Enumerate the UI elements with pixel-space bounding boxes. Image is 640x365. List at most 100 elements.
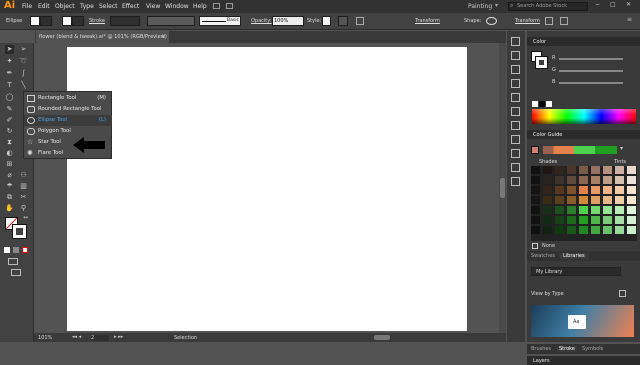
align-icon[interactable] — [545, 17, 553, 25]
status-text[interactable]: Selection — [174, 335, 197, 341]
bridge-icon[interactable] — [213, 3, 220, 9]
color-mode-icon[interactable] — [4, 247, 10, 253]
ellipse-tool-icon[interactable]: ◯ — [5, 93, 14, 102]
white-swatch[interactable] — [546, 101, 552, 107]
magic-wand-icon[interactable]: ✦ — [5, 57, 14, 66]
curvature-icon[interactable]: ∫ — [19, 69, 28, 78]
none-swatch[interactable] — [532, 101, 538, 107]
opacity-label[interactable]: Opacity: — [251, 18, 272, 24]
stroke-swatch[interactable] — [62, 16, 72, 26]
isolate-icon[interactable] — [560, 17, 568, 25]
minimize-icon[interactable]: − — [595, 1, 600, 8]
zoom-level[interactable]: 101% — [38, 335, 52, 341]
view-by-label[interactable]: View by Type — [531, 291, 564, 297]
color-slider-b[interactable] — [559, 82, 623, 84]
flyout-item-ellipse[interactable]: Ellipse Tool (L) — [24, 115, 112, 126]
color-panel-header[interactable]: Color — [527, 37, 640, 46]
fill-dropdown[interactable] — [40, 16, 52, 26]
width-tool-icon[interactable]: ⧗ — [5, 138, 14, 147]
base-color-swatch[interactable] — [531, 146, 539, 154]
column-graph-icon[interactable]: ▥ — [19, 182, 28, 191]
perspective-grid-icon[interactable]: ⊞ — [5, 160, 14, 169]
pen-tool-icon[interactable]: ✒ — [5, 69, 14, 78]
align-to-icon[interactable] — [356, 17, 364, 25]
shape-builder-icon[interactable]: ◐ — [5, 149, 14, 158]
brushes-icon[interactable] — [511, 79, 520, 88]
align-panel-icon[interactable] — [511, 163, 520, 172]
artboard-number[interactable]: 2 — [91, 335, 109, 341]
lasso-icon[interactable]: ➰ — [19, 57, 28, 66]
drawing-mode-icon[interactable] — [8, 258, 18, 265]
color-spectrum[interactable] — [532, 109, 636, 124]
selection-tool-icon[interactable]: ➤ — [5, 45, 14, 54]
close-tab-icon[interactable]: × — [161, 33, 166, 40]
eyedropper-icon[interactable]: ⌀ — [5, 171, 14, 180]
rotate-icon[interactable]: ↻ — [5, 127, 14, 136]
color-slider-r[interactable] — [559, 58, 623, 60]
transform-label[interactable]: Transform — [415, 18, 440, 24]
library-thumbnail[interactable]: Aa — [531, 305, 634, 337]
layers-header[interactable]: Layers — [527, 356, 640, 365]
color-stroke-box[interactable] — [535, 56, 548, 69]
menu-object[interactable]: Object — [55, 3, 75, 10]
workspace-switcher[interactable]: Painting — [468, 3, 492, 10]
paintbrush-icon[interactable]: ✎ — [5, 105, 14, 114]
fill-swatch[interactable] — [30, 16, 40, 26]
menu-select[interactable]: Select — [99, 3, 118, 10]
hand-tool-icon[interactable]: ✋ — [5, 204, 14, 213]
artboard[interactable] — [67, 47, 467, 331]
menu-view[interactable]: View — [146, 3, 160, 10]
artboard-nav-next[interactable]: ▸ ▸▸ — [114, 334, 123, 340]
swap-colors-icon[interactable]: ↔ — [23, 214, 28, 221]
arrange-icon[interactable] — [226, 3, 233, 9]
flyout-item-rectangle[interactable]: Rectangle Tool (M) — [24, 93, 112, 104]
harmony-bar[interactable] — [543, 146, 617, 154]
properties-icon[interactable] — [511, 37, 520, 46]
menu-type[interactable]: Type — [80, 3, 94, 10]
stroke-label[interactable]: Stroke — [89, 18, 105, 24]
zoom-tool-icon[interactable]: ⚲ — [19, 204, 28, 213]
tab-swatches[interactable]: Swatches — [531, 253, 555, 259]
layers-icon[interactable] — [511, 51, 520, 60]
tab-libraries[interactable]: Libraries — [560, 252, 588, 259]
app-logo[interactable]: Ai — [4, 0, 15, 11]
symbol-sprayer-icon[interactable]: ☂ — [5, 182, 14, 191]
tab-stroke[interactable]: Stroke — [557, 345, 577, 352]
artboard-nav-first[interactable]: ◂◂ ◂ — [72, 334, 81, 340]
black-swatch[interactable] — [539, 101, 545, 107]
close-icon[interactable]: ✕ — [626, 1, 631, 8]
horizontal-scroll-thumb[interactable] — [374, 335, 390, 340]
scroll-thumb[interactable] — [500, 178, 505, 198]
harmony-dropdown-icon[interactable]: ▾ — [620, 145, 623, 152]
pathfinder-icon[interactable] — [511, 177, 520, 186]
menu-help[interactable]: Help — [193, 3, 207, 10]
graphic-styles-icon[interactable] — [511, 107, 520, 116]
blend-tool-icon[interactable]: ⚇ — [19, 171, 28, 180]
symbols-icon[interactable] — [511, 93, 520, 102]
pencil-icon[interactable]: ✐ — [5, 116, 14, 125]
menu-effect[interactable]: Effect — [122, 3, 139, 10]
transform-properties-label[interactable]: Transform — [515, 18, 540, 24]
color-guide-header[interactable]: Color Guide — [527, 130, 640, 139]
gradient-icon[interactable] — [511, 135, 520, 144]
stroke-weight-input[interactable] — [110, 16, 140, 26]
tab-symbols[interactable]: Symbols — [582, 346, 603, 352]
slice-tool-icon[interactable]: ✂ — [19, 193, 28, 202]
direct-selection-tool-icon[interactable]: ➢ — [19, 45, 28, 54]
appearance-icon[interactable] — [511, 149, 520, 158]
maximize-icon[interactable]: □ — [610, 1, 616, 8]
grid-view-icon[interactable] — [619, 290, 626, 297]
recolor-artwork-button[interactable] — [338, 16, 348, 26]
flyout-item-rounded-rectangle[interactable]: Rounded Rectangle Tool — [24, 104, 112, 115]
variable-width-profile[interactable] — [147, 16, 195, 26]
tab-brushes[interactable]: Brushes — [531, 346, 551, 352]
color-guide-grid[interactable] — [531, 166, 637, 241]
line-tool-icon[interactable]: ╲ — [19, 81, 28, 90]
panel-menu-icon[interactable]: ≡ — [627, 16, 632, 23]
screen-mode-icon[interactable] — [11, 269, 21, 276]
gradient-mode-icon[interactable] — [13, 247, 19, 253]
artboard-tool-icon[interactable]: ⧉ — [5, 193, 14, 202]
none-mode-icon[interactable] — [22, 247, 28, 253]
vertical-scrollbar[interactable] — [499, 43, 506, 333]
style-swatch[interactable] — [322, 16, 331, 26]
